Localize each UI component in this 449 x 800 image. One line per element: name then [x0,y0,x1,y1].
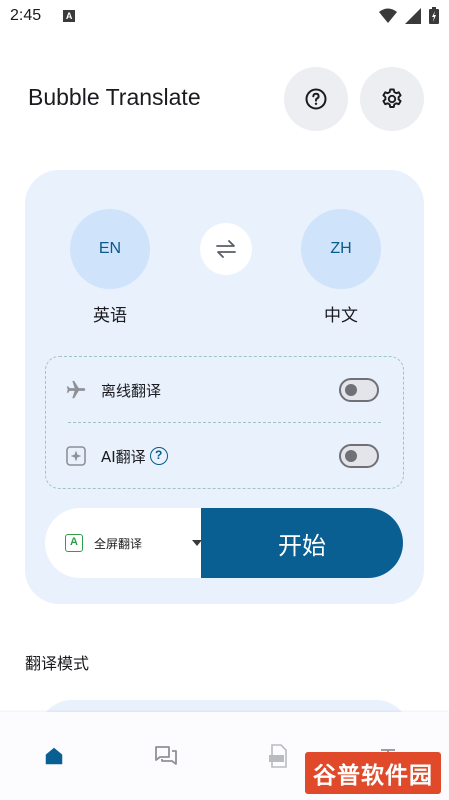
source-language-button[interactable]: EN [70,209,150,289]
status-icons [379,7,439,24]
notification-badge-icon: A [63,10,76,22]
wifi-icon [379,8,397,23]
offline-translate-label: 离线翻译 [101,380,161,401]
ai-translate-row[interactable]: AI翻译 ? [46,423,403,489]
app-title: Bubble Translate [28,84,201,110]
ai-translate-label: AI翻译 ? [101,446,168,467]
help-button[interactable] [284,67,348,131]
ai-translate-text: AI翻译 [101,447,146,466]
nav-home[interactable] [40,742,68,770]
offline-translate-text: 离线翻译 [101,381,162,400]
sparkle-icon [64,444,88,468]
home-icon [45,747,63,765]
translate-mode-value: 全屏翻译 [94,536,143,551]
source-language-code: EN [98,240,122,257]
swap-arrows-icon [216,240,236,258]
translation-options: 离线翻译 AI翻译 ? [45,356,404,489]
source-language-name: 英语 [93,306,127,326]
signal-icon [405,7,421,24]
airplane-icon [64,378,88,402]
battery-icon [429,7,439,24]
swap-languages-button[interactable] [200,223,252,275]
help-circle-icon [305,88,327,110]
site-watermark: 谷普软件园 [305,752,441,794]
offline-translate-toggle[interactable] [339,378,379,402]
start-button[interactable]: 开始 [201,508,403,578]
translate-mode-dropdown[interactable]: A 全屏翻译 [45,508,221,578]
status-time: 2:45 [10,7,42,24]
target-language-name: 中文 [324,306,358,326]
target-language-code: ZH [330,240,352,257]
translate-card: EN 英语 ZH 中文 离线翻译 AI翻译 ? A 全屏翻译 开始 [25,170,424,604]
offline-translate-row[interactable]: 离线翻译 [46,357,403,423]
settings-button[interactable] [360,67,424,131]
toggle-knob [345,450,357,462]
gear-icon [382,88,402,108]
ai-help-icon[interactable]: ? [149,447,168,465]
target-language-button[interactable]: ZH [301,209,381,289]
nav-chat[interactable] [152,742,180,770]
fullscreen-mode-icon: A [65,534,83,552]
ai-translate-toggle[interactable] [339,444,379,468]
nav-pdf[interactable] [264,742,292,770]
toggle-knob [345,384,357,396]
status-bar: 2:45 A [0,0,449,32]
chat-bubbles-icon [155,746,177,765]
pdf-file-icon [269,744,287,768]
section-title: 翻译模式 [25,654,90,673]
